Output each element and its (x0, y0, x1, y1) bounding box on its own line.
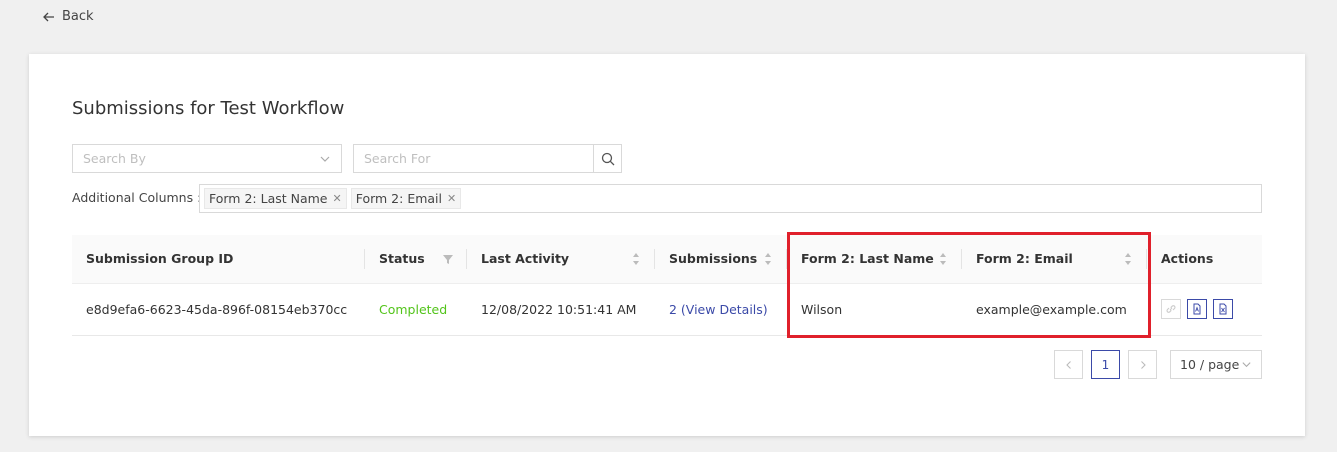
page-number-button[interactable]: 1 (1091, 350, 1120, 379)
header-status: Status (365, 235, 467, 284)
header-group-id: Submission Group ID (72, 235, 365, 284)
page-size-value: 10 / page (1180, 357, 1240, 372)
additional-columns-label: Additional Columns : (72, 190, 202, 205)
back-label: Back (62, 9, 94, 24)
chevron-right-icon (1140, 360, 1146, 369)
column-tag: Form 2: Last Name ✕ (204, 188, 347, 209)
chevron-left-icon (1065, 360, 1071, 369)
close-icon[interactable]: ✕ (333, 192, 342, 205)
header-actions: Actions (1147, 235, 1262, 284)
header-email[interactable]: Form 2: Email (962, 235, 1147, 284)
additional-columns-select[interactable]: Form 2: Last Name ✕ Form 2: Email ✕ (199, 184, 1262, 213)
cell-group-id: e8d9efa6-6623-45da-896f-08154eb370cc (72, 283, 365, 336)
table-row: e8d9efa6-6623-45da-896f-08154eb370cc Com… (72, 283, 1262, 336)
search-by-select[interactable]: Search By (72, 144, 342, 173)
submissions-table: Submission Group ID Status Last Activity (72, 235, 1262, 336)
column-tag-label: Form 2: Last Name (209, 191, 328, 206)
cell-email: example@example.com (962, 283, 1147, 336)
view-details-link[interactable]: 2 (View Details) (669, 302, 768, 317)
back-button[interactable]: Back (42, 9, 94, 24)
header-submissions[interactable]: Submissions (655, 235, 787, 284)
excel-icon (1219, 303, 1227, 315)
close-icon[interactable]: ✕ (447, 192, 456, 205)
chevron-down-icon (1242, 362, 1251, 368)
sort-icon[interactable] (938, 252, 948, 266)
search-button[interactable] (593, 144, 622, 173)
search-icon (601, 152, 614, 165)
copy-link-button[interactable] (1161, 299, 1181, 319)
row-actions (1161, 299, 1248, 319)
prev-page-button[interactable] (1054, 350, 1083, 379)
search-for-input[interactable] (353, 144, 622, 173)
arrow-left-icon (43, 12, 54, 21)
column-tag: Form 2: Email ✕ (350, 188, 462, 209)
table-header-row: Submission Group ID Status Last Activity (72, 235, 1262, 284)
status-badge: Completed (365, 283, 467, 336)
pagination: 1 (1054, 350, 1157, 379)
download-pdf-button[interactable] (1187, 299, 1207, 319)
header-last-activity[interactable]: Last Activity (467, 235, 655, 284)
sort-icon[interactable] (1123, 252, 1133, 266)
sort-icon[interactable] (631, 252, 641, 266)
cell-last-name: Wilson (787, 283, 962, 336)
cell-last-activity: 12/08/2022 10:51:41 AM (467, 283, 655, 336)
submissions-card: Submissions for Test Workflow Search By … (29, 54, 1305, 436)
pdf-icon (1193, 303, 1201, 315)
download-excel-button[interactable] (1213, 299, 1233, 319)
page-title: Submissions for Test Workflow (72, 98, 345, 119)
filter-icon[interactable] (443, 252, 453, 266)
sort-icon[interactable] (763, 252, 773, 266)
next-page-button[interactable] (1128, 350, 1157, 379)
header-last-name[interactable]: Form 2: Last Name (787, 235, 962, 284)
link-icon (1166, 305, 1176, 313)
page-size-select[interactable]: 10 / page (1170, 350, 1262, 379)
column-tag-label: Form 2: Email (355, 191, 442, 206)
chevron-down-icon (320, 156, 330, 162)
search-by-placeholder: Search By (83, 151, 146, 166)
